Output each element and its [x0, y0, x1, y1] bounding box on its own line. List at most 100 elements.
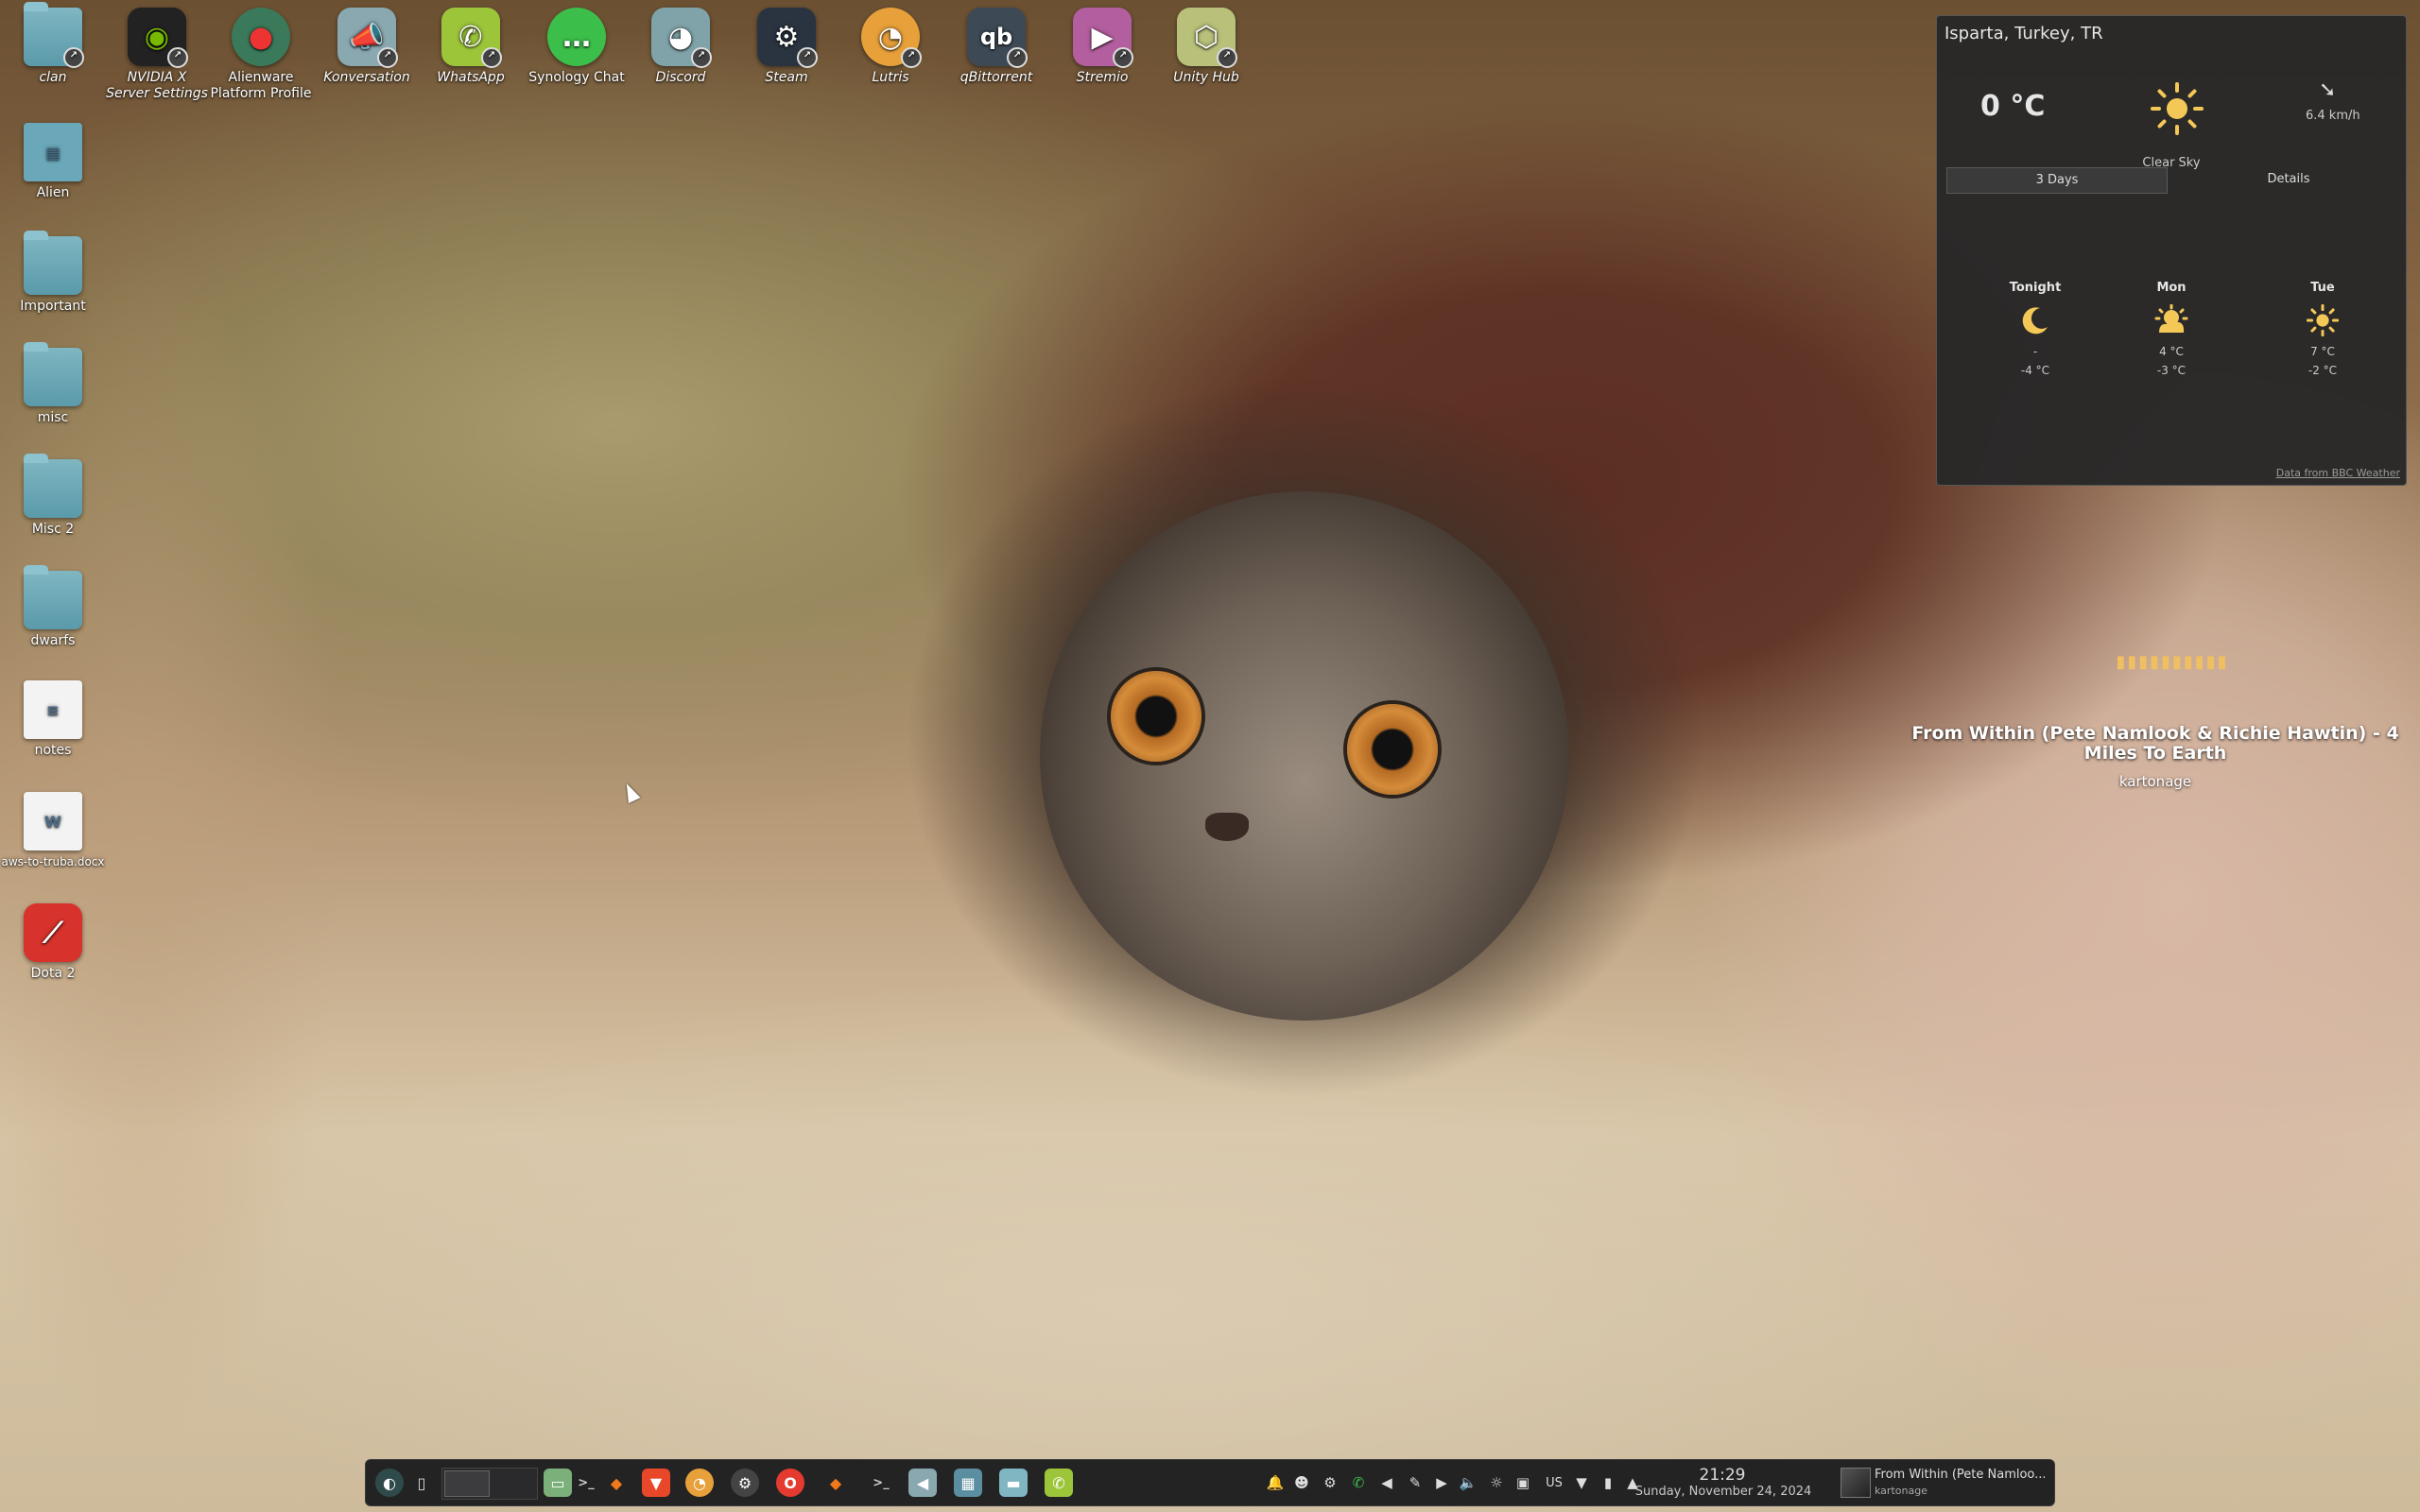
steam-icon: ⚙ ↗	[757, 8, 818, 68]
sun-icon	[2151, 82, 2204, 135]
clock-time[interactable]: 21:29	[1642, 1466, 1803, 1485]
desktop-icon-label: aws-to-truba.docx	[1, 855, 105, 868]
forecast-low: -4 °C	[2020, 364, 2050, 377]
desktop-icon-label: Synology Chat	[528, 70, 625, 85]
whatsapp-icon: ✆ ↗	[441, 8, 502, 68]
notification-bell-icon[interactable]: 🔔	[1266, 1473, 1285, 1492]
weather-temperature: 0 °C	[1980, 90, 2046, 123]
firefox-dev-icon[interactable]: ◆	[821, 1469, 850, 1497]
terminal-icon[interactable]: >_	[572, 1469, 600, 1497]
forecast-day-name: Tue	[2310, 281, 2335, 295]
desktop-icon-dwarfs[interactable]: dwarfs	[0, 565, 106, 649]
partly-cloudy-icon	[2115, 302, 2228, 338]
dota2-icon: ⟋	[24, 903, 82, 962]
desktop-icon-label: notes	[34, 743, 72, 758]
forecast-day-name: Tonight	[2009, 281, 2062, 295]
desktop-icon-label: Unity Hub	[1173, 70, 1239, 85]
mouse-cursor-icon	[620, 780, 641, 804]
desktop-icon-nvidia[interactable]: ◉ ↗ NVIDIA X Server Settings	[104, 8, 210, 102]
forecast-day: Tue 7 °C -2 °C	[2266, 281, 2379, 380]
desktop-icon-konversation[interactable]: 📣 ↗ Konversation	[314, 8, 420, 86]
forecast-high: 7 °C	[2310, 345, 2335, 358]
nvidia-icon: ◉ ↗	[128, 8, 188, 68]
whatsapp-tray-icon[interactable]: ✆	[1349, 1473, 1368, 1492]
album-art-icon[interactable]	[1841, 1468, 1871, 1498]
weather-wind: 6.4 km/h	[2306, 109, 2360, 123]
settings-gear-icon[interactable]: ⚙	[731, 1469, 759, 1497]
keyboard-layout-indicator[interactable]: US	[1542, 1473, 1566, 1492]
desktop-icon-whatsapp[interactable]: ✆ ↗ WhatsApp	[418, 8, 524, 86]
folder-icon: ▤	[24, 123, 82, 181]
desktop-icon-synology-chat[interactable]: … Synology Chat	[524, 8, 630, 86]
clipboard-icon[interactable]: ▣	[1513, 1473, 1532, 1492]
desktop-icon-stremio[interactable]: ▶ ↗ Stremio	[1049, 8, 1155, 86]
folder-link-icon: ↗	[24, 2, 84, 68]
brave-icon[interactable]: ▼	[642, 1469, 670, 1497]
desktop-icon-label: Dota 2	[30, 966, 76, 981]
unity-hub-icon: ⬡ ↗	[1177, 8, 1237, 68]
desktop-icon-label: misc	[37, 410, 69, 425]
weather-credit-link[interactable]: Data from BBC Weather	[2276, 467, 2400, 479]
konversation-tray-icon[interactable]: ◀	[1377, 1473, 1396, 1492]
wind-direction-icon: ➘	[2319, 78, 2337, 102]
desktop-icon-clan[interactable]: ↗ clan	[0, 2, 106, 86]
battery-icon[interactable]: ▮	[1599, 1473, 1617, 1492]
konversation-icon[interactable]: ◀	[908, 1469, 937, 1497]
desktop-icon-misc-2[interactable]: Misc 2	[0, 454, 106, 538]
clock-date[interactable]: Sunday, November 24, 2024	[1629, 1485, 1818, 1499]
opera-icon[interactable]: O	[776, 1469, 804, 1497]
desktop-icon-unity-hub[interactable]: ⬡ ↗ Unity Hub	[1153, 8, 1259, 86]
virtual-desktop-1[interactable]	[444, 1470, 490, 1497]
docx-document-icon: W	[24, 792, 82, 850]
tab-3-days[interactable]: 3 Days	[1946, 167, 2168, 194]
lutris-icon[interactable]: ◔	[685, 1469, 714, 1497]
forecast-high: -	[2032, 345, 2038, 358]
folder-icon	[24, 454, 82, 518]
desktop-icon-qbittorrent[interactable]: qb ↗ qBittorrent	[943, 8, 1049, 86]
media-player-title[interactable]: From Within (Pete Namloo...	[1875, 1468, 2045, 1482]
desktop-icon-alien[interactable]: ▤ Alien	[0, 123, 106, 201]
desktop-icon-steam[interactable]: ⚙ ↗ Steam	[734, 8, 839, 86]
file-manager-icon[interactable]: ▭	[544, 1469, 572, 1497]
pen-tray-icon[interactable]: ✎	[1406, 1473, 1425, 1492]
desktop-icon-aws-to-truba[interactable]: W aws-to-truba.docx	[0, 792, 106, 870]
lutris-icon: ◔ ↗	[861, 8, 922, 68]
virtual-desktop-pager[interactable]	[441, 1468, 538, 1500]
stremio-icon: ▶ ↗	[1073, 8, 1133, 68]
weather-widget[interactable]: Isparta, Turkey, TR 0 °C ➘ 6.4 km/h Clea…	[1936, 15, 2407, 486]
system-monitor-icon[interactable]: ▦	[954, 1469, 982, 1497]
show-desktop-icon[interactable]: ▯	[407, 1469, 436, 1497]
brightness-icon[interactable]: ☼	[1487, 1473, 1506, 1492]
desktop-icon-discord[interactable]: ◕ ↗ Discord	[628, 8, 734, 86]
desktop-icon-alienware[interactable]: ● Alienware Platform Profile	[208, 8, 314, 102]
desktop-icon-lutris[interactable]: ◔ ↗ Lutris	[838, 8, 943, 86]
terminal-icon[interactable]: >_	[867, 1469, 895, 1497]
forecast-low: -2 °C	[2308, 364, 2338, 377]
desktop-icon-label: WhatsApp	[437, 70, 505, 85]
desktop-icon-misc[interactable]: misc	[0, 342, 106, 426]
desktop-icon-dota-2[interactable]: ⟋ Dota 2	[0, 903, 106, 982]
desktop-icon-notes[interactable]: ≡ notes	[0, 680, 106, 759]
folder-icon[interactable]: ▬	[999, 1469, 1028, 1497]
app-launcher-icon[interactable]: ◐	[375, 1469, 404, 1497]
forecast-low: -3 °C	[2156, 364, 2187, 377]
folder-icon	[24, 565, 82, 629]
alien-tray-icon[interactable]: ☻	[1292, 1473, 1311, 1492]
desktop-icon-label: Misc 2	[31, 522, 75, 537]
desktop-icon-label: Steam	[765, 70, 808, 85]
tab-details[interactable]: Details	[2183, 167, 2394, 192]
firefox-icon[interactable]: ◆	[602, 1469, 631, 1497]
desktop-icon-label: dwarfs	[30, 633, 76, 648]
konversation-icon: 📣 ↗	[337, 8, 398, 68]
wallpaper-cat-eye	[1347, 704, 1438, 795]
volume-icon[interactable]: 🔈	[1459, 1473, 1478, 1492]
desktop-icon-important[interactable]: Important	[0, 231, 106, 315]
whatsapp-icon[interactable]: ✆	[1045, 1469, 1073, 1497]
now-playing-artist: kartonage	[2118, 773, 2192, 790]
moon-icon	[1979, 302, 2092, 338]
desktop-icon-label: Discord	[655, 70, 706, 85]
media-tray-icon[interactable]: ▶	[1432, 1473, 1451, 1492]
steam-tray-icon[interactable]: ⚙	[1321, 1473, 1340, 1492]
wifi-icon[interactable]: ▼	[1572, 1473, 1591, 1492]
folder-icon	[24, 342, 82, 406]
